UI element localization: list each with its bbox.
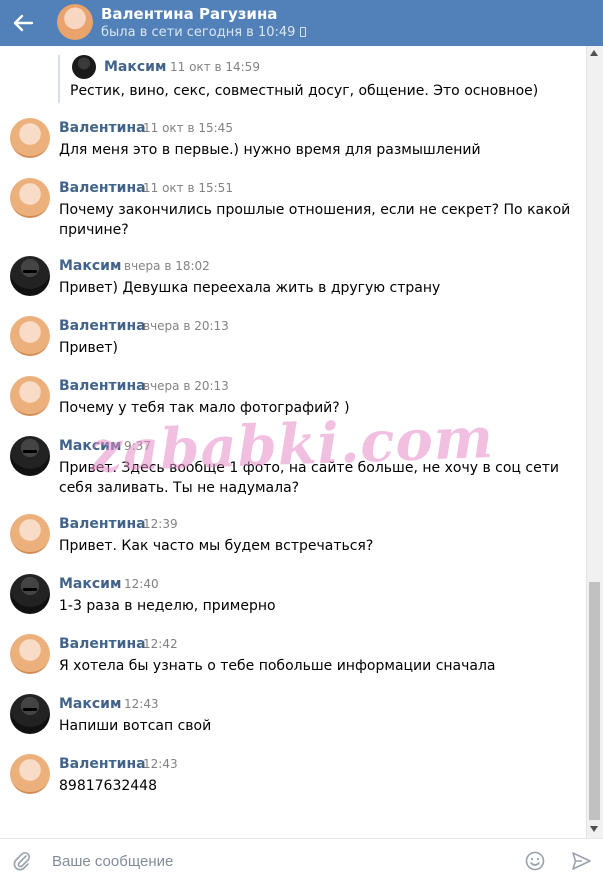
send-icon[interactable] [571,851,591,871]
message-avatar[interactable] [10,754,50,794]
message-input[interactable] [52,847,512,875]
message-time: 12:40 [124,577,159,591]
contact-avatar[interactable] [57,4,93,40]
message-author[interactable]: Максим [59,258,121,274]
message-author[interactable]: Валентина [59,636,146,652]
message-avatar[interactable] [10,514,50,554]
message-author[interactable]: Валентина [59,180,146,196]
message-time: 12:43 [143,757,178,771]
message-author[interactable]: Валентина [59,378,146,394]
message-avatar[interactable] [10,634,50,674]
message-avatar[interactable] [10,178,50,218]
contact-name[interactable]: Валентина Рагузина [101,5,277,23]
scroll-up-arrow-icon[interactable] [590,50,598,56]
quoted-message[interactable]: Максим 11 окт в 14:59 Рестик, вино, секс… [58,55,578,103]
message-text: Привет) Девушка переехала жить в другую … [59,280,441,296]
message-time: вчера в 20:13 [143,319,229,333]
quote-time: 11 окт в 14:59 [170,60,260,74]
message-time: 12:39 [143,517,178,531]
message-composer [0,838,603,882]
watermark: zababki.com [88,404,495,486]
message-author[interactable]: Максим [59,696,121,712]
message-author[interactable]: Валентина [59,756,146,772]
message-avatar[interactable] [10,694,50,734]
quote-author[interactable]: Максим [104,59,166,75]
message-time: 11 окт в 15:51 [143,181,233,195]
mobile-icon [300,27,307,37]
message-avatar[interactable] [10,574,50,614]
message-avatar[interactable] [10,118,50,158]
message-time: 11 окт в 15:45 [143,121,233,135]
message-avatar[interactable] [10,436,50,476]
message-text: 89817632448 [59,778,157,794]
message-author[interactable]: Валентина [59,516,146,532]
message-text: 1-3 раза в неделю, примерно [59,598,276,614]
message-text: Я хотела бы узнать о тебе побольше инфор… [59,658,496,674]
message-author[interactable]: Максим [59,576,121,592]
message-text: Привет. Как часто мы будем встречаться? [59,538,374,554]
message-author[interactable]: Валентина [59,318,146,334]
quote-text: Рестик, вино, секс, совместный досуг, об… [70,83,539,99]
contact-status: была в сети сегодня в 10:49 [101,25,307,40]
scroll-down-arrow-icon[interactable] [590,826,598,832]
message-time: 12:42 [143,637,178,651]
chat-header: Валентина Рагузина была в сети сегодня в… [0,0,603,46]
message-text: Для меня это в первые.) нужно время для … [59,142,481,158]
message-author[interactable]: Валентина [59,120,146,136]
message-avatar[interactable] [10,316,50,356]
smile-icon[interactable] [525,851,545,871]
message-time: 12:43 [124,697,159,711]
message-time: вчера в 20:13 [143,379,229,393]
paperclip-icon[interactable] [12,851,32,871]
quote-avatar[interactable] [72,55,96,79]
scrollbar-thumb[interactable] [589,582,600,820]
message-time: вчера в 18:02 [124,259,210,273]
contact-status-text: была в сети сегодня в 10:49 [101,25,296,40]
message-avatar[interactable] [10,376,50,416]
message-text: Почему закончились прошлые отношения, ес… [59,202,571,238]
message-text: Напиши вотсап свой [59,718,212,734]
message-avatar[interactable] [10,256,50,296]
back-arrow-icon[interactable] [10,10,36,36]
message-text: Привет) [59,340,118,356]
